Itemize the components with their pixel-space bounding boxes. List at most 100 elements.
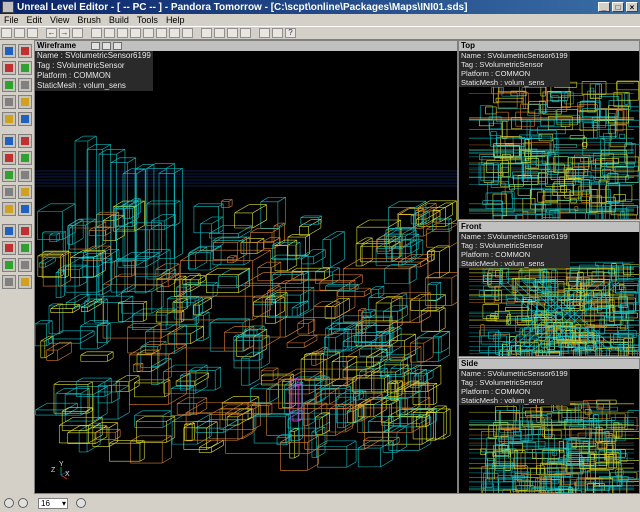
viewport-lock-icon[interactable] — [113, 42, 122, 50]
viewport-view-icon[interactable] — [102, 42, 111, 50]
wire-edge — [190, 335, 204, 345]
cone-builder-icon[interactable] — [18, 151, 32, 165]
selection-info: Name : SVolumetricSensor6199 Tag : SVolu… — [459, 51, 570, 87]
deintersect-brush-icon[interactable] — [18, 224, 32, 238]
menu-edit[interactable]: Edit — [23, 15, 47, 25]
mover-icon[interactable] — [2, 241, 16, 255]
maximize-button[interactable]: □ — [612, 2, 624, 12]
menu-tools[interactable]: Tools — [133, 15, 162, 25]
sheet-builder-icon[interactable] — [18, 134, 32, 148]
add-brush-icon[interactable] — [2, 202, 16, 216]
wire-edge — [401, 239, 417, 249]
wire-edge — [80, 320, 91, 327]
sphere-builder-icon[interactable] — [2, 185, 16, 199]
wire-edge — [107, 357, 114, 362]
camera-icon[interactable] — [272, 28, 283, 38]
viewport-side[interactable]: Side Name : SVolumetricSensor6199 Tag : … — [458, 358, 640, 494]
menu-file[interactable]: File — [0, 15, 23, 25]
sound-browser-icon[interactable] — [143, 28, 154, 38]
search-icon[interactable] — [72, 28, 83, 38]
invert-selection-icon[interactable] — [18, 275, 32, 289]
animation-browser-icon[interactable] — [169, 28, 180, 38]
portal-icon[interactable] — [18, 241, 32, 255]
wire-edge — [269, 383, 279, 390]
wire-edge — [116, 149, 126, 155]
wire-edge — [368, 293, 376, 298]
wire-edge — [332, 267, 340, 273]
wire-edge — [62, 203, 76, 212]
show-selected-icon[interactable] — [2, 258, 16, 272]
minimize-button[interactable]: _ — [598, 2, 610, 12]
new-map-icon[interactable] — [1, 28, 12, 38]
wire-edge — [117, 412, 130, 420]
actor-browser-icon[interactable] — [91, 28, 102, 38]
wire-edge — [68, 218, 80, 226]
redo-icon[interactable]: → — [59, 28, 70, 38]
vertex-edit-icon[interactable] — [18, 44, 32, 58]
tool-glyph — [21, 261, 29, 269]
wire-edge — [316, 452, 326, 458]
menu-build[interactable]: Build — [105, 15, 133, 25]
select-all-icon[interactable] — [2, 275, 16, 289]
axis-z-label: Z — [51, 467, 56, 474]
wire-edge — [215, 386, 221, 391]
save-map-icon[interactable] — [27, 28, 38, 38]
play-level-icon[interactable] — [259, 28, 270, 38]
build-paths-icon[interactable] — [227, 28, 238, 38]
menu-view[interactable]: View — [46, 15, 73, 25]
cylinder-builder-icon[interactable] — [2, 151, 16, 165]
undo-icon[interactable]: ← — [46, 28, 57, 38]
hide-selected-icon[interactable] — [18, 258, 32, 272]
face-drag-icon[interactable] — [2, 95, 16, 109]
viewport-front[interactable]: Front Name : SVolumetricSensor6199 Tag :… — [458, 221, 640, 357]
wire-edge — [250, 383, 259, 390]
wire-edge — [93, 270, 106, 278]
wire-edge — [399, 293, 407, 298]
subtract-brush-icon[interactable] — [18, 202, 32, 216]
tool-glyph — [5, 188, 13, 196]
spiral-builder-icon[interactable] — [18, 168, 32, 182]
build-all-icon[interactable] — [240, 28, 251, 38]
wire-edge — [277, 196, 286, 203]
help-icon[interactable]: ? — [285, 28, 296, 38]
wire-edge — [291, 300, 304, 309]
wire-edge — [130, 435, 140, 442]
texture-browser-icon[interactable] — [130, 28, 141, 38]
build-lighting-icon[interactable] — [214, 28, 225, 38]
actor-select-icon[interactable] — [18, 95, 32, 109]
wire-edge — [199, 297, 212, 306]
wire-edge — [380, 459, 393, 468]
wire-edge — [200, 216, 213, 225]
brush-clip-icon[interactable] — [2, 61, 16, 75]
close-button[interactable]: × — [626, 2, 638, 12]
group-browser-icon[interactable] — [104, 28, 115, 38]
wire-edge — [315, 358, 328, 366]
viewport-options-icon[interactable] — [91, 42, 100, 50]
tool-glyph — [21, 64, 29, 72]
wire-edge — [131, 274, 135, 277]
mesh-browser-icon[interactable] — [117, 28, 128, 38]
matinee-icon[interactable] — [18, 112, 32, 126]
build-geometry-icon[interactable] — [201, 28, 212, 38]
texture-rotate-icon[interactable] — [18, 78, 32, 92]
static-mesh-browser-icon[interactable] — [156, 28, 167, 38]
wire-edge — [252, 309, 271, 321]
volume-builder-icon[interactable] — [18, 185, 32, 199]
wire-edge — [186, 304, 191, 308]
open-map-icon[interactable] — [14, 28, 25, 38]
music-browser-icon[interactable] — [182, 28, 193, 38]
terrain-icon[interactable] — [2, 112, 16, 126]
menu-brush[interactable]: Brush — [73, 15, 105, 25]
stairs-builder-icon[interactable] — [2, 168, 16, 182]
viewport-perspective[interactable]: Wireframe Name : SVolumetricSensor6199 T… — [34, 40, 458, 494]
camera-move-icon[interactable] — [2, 44, 16, 58]
wire-edge — [313, 301, 322, 307]
menu-help[interactable]: Help — [162, 15, 189, 25]
wire-edge — [193, 203, 199, 207]
geometry-mode-icon[interactable] — [18, 61, 32, 75]
texture-pan-icon[interactable] — [2, 78, 16, 92]
wireframe-canvas[interactable] — [35, 51, 457, 493]
cube-builder-icon[interactable] — [2, 134, 16, 148]
intersect-brush-icon[interactable] — [2, 224, 16, 238]
viewport-top[interactable]: Top Name : SVolumetricSensor6199 Tag : S… — [458, 40, 640, 220]
